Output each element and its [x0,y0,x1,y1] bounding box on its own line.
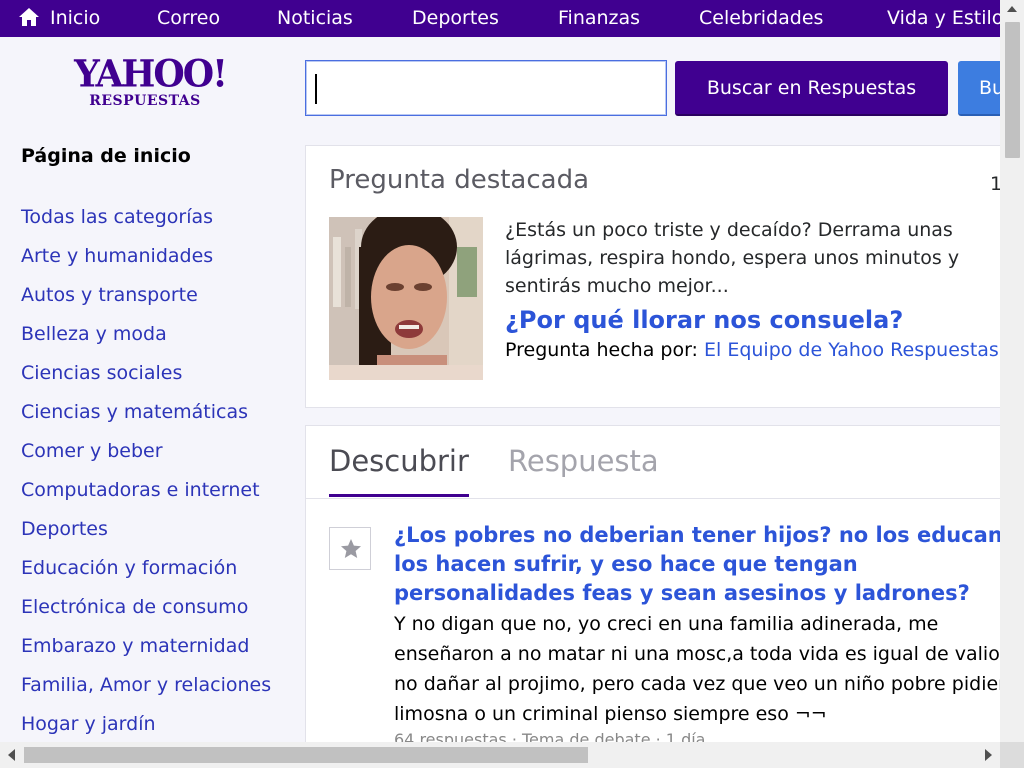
nav-item-deportes[interactable]: Deportes [412,0,499,37]
star-button[interactable] [329,527,371,570]
tab-descubrir[interactable]: Descubrir [329,444,469,497]
tab-respuesta[interactable]: Respuesta [508,444,659,497]
vertical-scroll-thumb[interactable] [1005,22,1020,158]
featured-heading: Pregunta destacada [329,165,590,195]
sidebar-item-arte-y-humanidades[interactable]: Arte y humanidades [21,243,289,270]
sidebar-item-autos-y-transporte[interactable]: Autos y transporte [21,282,289,309]
author-link[interactable]: El Equipo de Yahoo Respuestas [704,339,999,361]
nav-item-vida-y-estilo[interactable]: Vida y Estilo [887,0,1000,37]
category-list: Todas las categorías Arte y humanidades … [21,204,289,742]
scroll-right-icon[interactable] [985,749,992,761]
sidebar-item-comer-y-beber[interactable]: Comer y beber [21,438,289,465]
featured-question-link[interactable]: ¿Por qué llorar nos consuela? [505,306,903,334]
search-answers-button[interactable]: Buscar en Respuestas [675,61,948,116]
scroll-left-icon[interactable] [8,749,15,761]
horizontal-scrollbar[interactable] [0,742,1000,768]
vertical-scrollbar[interactable] [1000,0,1024,742]
nav-item-inicio[interactable]: Inicio [18,0,100,37]
search-input[interactable] [305,60,667,116]
yahoo-respuestas-logo[interactable]: YAHOO! RESPUESTAS [70,51,230,115]
sidebar-item-computadoras-e-internet[interactable]: Computadoras e internet [21,477,289,504]
sidebar-item-educacion-y-formacion[interactable]: Educación y formación [21,555,289,582]
nav-item-finanzas[interactable]: Finanzas [558,0,640,37]
question-title-link[interactable]: ¿Los pobres no deberian tener hijos? no … [394,521,1004,608]
featured-photo[interactable] [329,217,483,380]
featured-question-card: Pregunta destacada 1 ¿Estás un poco tris… [305,145,1005,408]
nav-item-correo[interactable]: Correo [157,0,220,37]
featured-asked-by: Pregunta hecha por: El Equipo de Yahoo R… [505,339,999,361]
nav-item-noticias[interactable]: Noticias [277,0,353,37]
horizontal-scroll-thumb[interactable] [24,747,588,763]
sidebar: Página de inicio Todas las categorías Ar… [0,130,290,742]
sidebar-item-familia-amor-y-relaciones[interactable]: Familia, Amor y relaciones [21,672,289,699]
home-icon [19,8,39,26]
sidebar-item-todas-las-categorias[interactable]: Todas las categorías [21,204,289,231]
logo-brand: YAHOO! [74,51,228,97]
star-icon [341,539,361,558]
asked-by-label: Pregunta hecha por: [505,339,698,361]
tab-bar: Descubrir Respuesta [306,426,1004,499]
sidebar-item-ciencias-sociales[interactable]: Ciencias sociales [21,360,289,387]
text-caret [315,74,317,104]
sidebar-item-deportes[interactable]: Deportes [21,516,289,543]
sidebar-item-electronica-de-consumo[interactable]: Electrónica de consumo [21,594,289,621]
question-body: Y no digan que no, yo creci en una famil… [394,613,1005,725]
sidebar-item-belleza-y-moda[interactable]: Belleza y moda [21,321,289,348]
sidebar-item-ciencias-y-matematicas[interactable]: Ciencias y matemáticas [21,399,289,426]
nav-item-label: Inicio [50,7,101,29]
top-nav-bar: Inicio Correo Noticias Deportes Finanzas… [0,0,1000,37]
featured-photo-image [329,217,483,380]
discover-card: Descubrir Respuesta ¿Los pobres no deber… [305,425,1005,755]
featured-description: ¿Estás un poco triste y decaído? Derrama… [505,219,960,297]
sidebar-item-hogar-y-jardin[interactable]: Hogar y jardín [21,711,289,738]
scrollbar-corner [1000,742,1024,768]
scroll-up-icon[interactable] [1007,6,1017,12]
sidebar-home-link[interactable]: Página de inicio [21,145,191,167]
nav-item-celebridades[interactable]: Celebridades [699,0,823,37]
sidebar-item-embarazo-y-maternidad[interactable]: Embarazo y maternidad [21,633,289,660]
